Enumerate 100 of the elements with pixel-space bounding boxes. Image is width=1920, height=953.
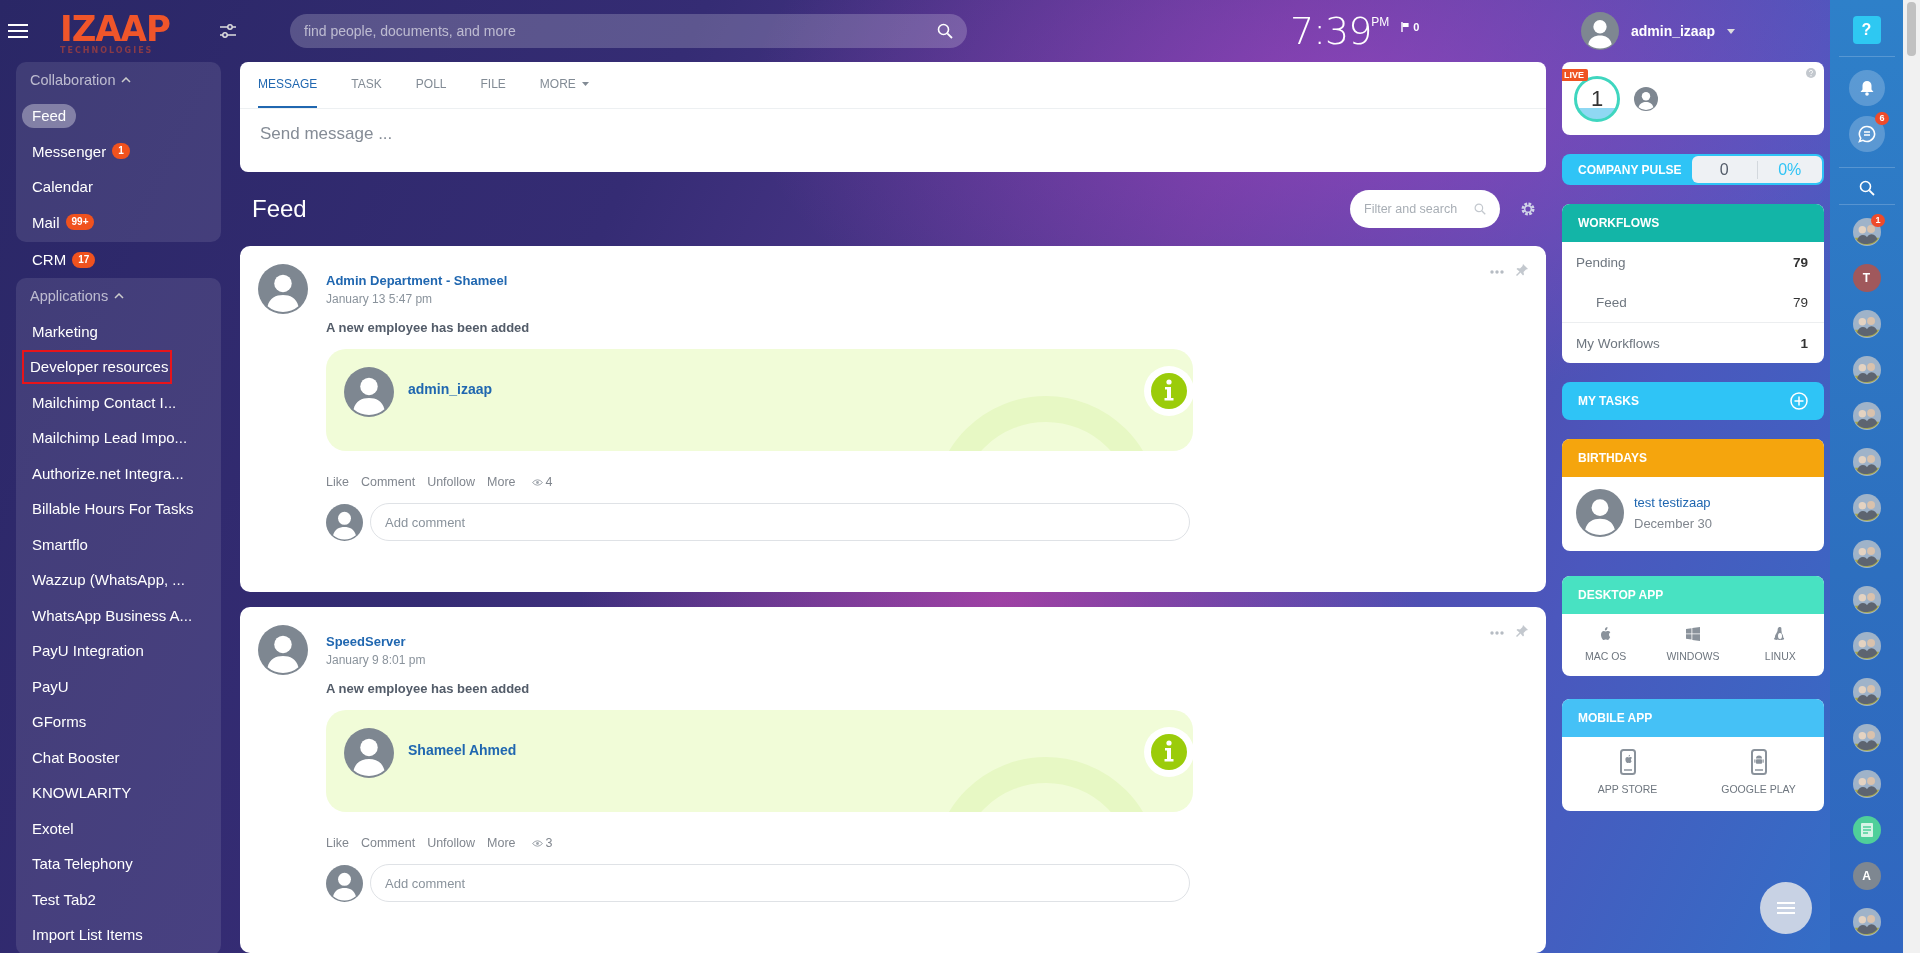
menu-item[interactable]: Billable Hours For Tasks [22, 496, 204, 521]
avatar-letter[interactable]: T [1852, 264, 1881, 292]
count-badge: 1 [112, 143, 130, 160]
menu-item[interactable]: Messenger 1 [22, 139, 140, 164]
menu-icon[interactable] [8, 23, 28, 39]
menu-item[interactable]: Tata Telephony [22, 851, 143, 876]
composer-tab[interactable]: MORE [539, 62, 589, 108]
workflow-label[interactable]: My Workflows [1576, 335, 1801, 351]
composer-tab[interactable]: FILE [480, 62, 506, 108]
list-icon [1777, 902, 1795, 914]
menu-item[interactable]: CRM 17 [22, 247, 106, 272]
avatar-icon[interactable] [1852, 908, 1881, 936]
menu-item[interactable]: Marketing [22, 319, 108, 344]
avatar-icon[interactable] [1852, 310, 1881, 338]
avatar-icon[interactable] [1852, 586, 1881, 614]
action-link[interactable]: More [487, 475, 516, 489]
highlighted-menu-item[interactable]: Developer resources [22, 349, 172, 384]
avatar-icon[interactable] [1852, 678, 1881, 706]
person-link[interactable]: test testizaap [1634, 495, 1713, 510]
avatar-icon [1634, 86, 1658, 111]
workflow-count: 79 [1792, 254, 1808, 270]
user-name[interactable]: admin_izaap [1630, 23, 1715, 39]
post-text: A new employee has been added [326, 320, 531, 335]
menu-item[interactable]: Chat Booster [22, 745, 130, 770]
caret-icon [581, 82, 589, 86]
menu-item[interactable]: PayU Integration [22, 638, 154, 663]
settings-icon[interactable] [1520, 201, 1536, 217]
avatar-icon [344, 367, 394, 417]
group-title[interactable]: Applications [30, 287, 109, 304]
composer-tab[interactable]: MESSAGE [258, 62, 318, 108]
menu-item[interactable]: GForms [22, 709, 97, 734]
employee-name[interactable]: Shameel Ahmed [408, 742, 517, 794]
widget-title: WORKFLOWS [1578, 216, 1661, 230]
avatar-icon[interactable] [1852, 494, 1881, 522]
document-icon[interactable] [1852, 816, 1881, 844]
chevron-up-icon[interactable] [121, 77, 132, 83]
menu-item[interactable]: KNOWLARITY [22, 780, 142, 805]
chevron-up-icon[interactable] [114, 292, 125, 299]
avatar-icon[interactable] [1852, 402, 1881, 430]
widget-title: MY TASKS [1578, 394, 1640, 408]
group-title[interactable]: Collaboration [30, 72, 116, 88]
avatar-icon[interactable] [1852, 770, 1881, 798]
sliders-icon[interactable] [220, 24, 236, 38]
caret-icon[interactable] [1727, 28, 1735, 34]
menu-item[interactable]: Wazzup (WhatsApp, ... [22, 567, 195, 592]
action-link[interactable]: Like [326, 836, 349, 850]
download-link[interactable]: GOOGLE PLAY [1693, 749, 1824, 795]
workflow-label[interactable]: Pending [1576, 254, 1793, 270]
action-link[interactable]: Comment [360, 475, 416, 489]
menu-item[interactable]: Test Tab2 [22, 887, 106, 912]
author-link[interactable]: Admin Department - Shameel [326, 273, 1472, 288]
employee-name[interactable]: admin_izaap [408, 381, 493, 433]
live-badge: LIVE [1562, 69, 1588, 81]
view-count: 4 [545, 475, 553, 489]
scrollbar[interactable] [1903, 0, 1920, 953]
composer-tab[interactable]: TASK [351, 62, 382, 108]
menu-item[interactable]: PayU [22, 674, 79, 699]
flag-icon[interactable] [1401, 22, 1410, 32]
author-link[interactable]: SpeedServer [326, 634, 1472, 649]
download-link[interactable]: WINDOWS [1649, 626, 1737, 662]
menu-item[interactable]: Mailchimp Lead Impo... [22, 425, 198, 450]
search-icon[interactable] [1858, 180, 1875, 196]
menu-item[interactable]: Mailchimp Contact I... [22, 390, 187, 415]
menu-item[interactable]: WhatsApp Business A... [22, 603, 203, 628]
comment-field[interactable]: Add comment [370, 503, 1190, 541]
action-link[interactable]: Like [326, 475, 349, 489]
action-link[interactable]: Comment [360, 836, 416, 850]
widget-title: MOBILE APP [1578, 711, 1654, 725]
menu-item[interactable]: Smartflo [22, 532, 98, 557]
avatar-icon[interactable] [1852, 540, 1881, 568]
menu-item[interactable]: Feed [22, 103, 77, 128]
search-icon[interactable] [937, 23, 953, 39]
chat-list-button[interactable] [1760, 882, 1812, 934]
phone-apple-icon [1617, 749, 1638, 775]
avatar-icon[interactable] [1852, 356, 1881, 384]
filter-field[interactable]: Filter and search [1350, 190, 1500, 228]
notifications-button[interactable] [1848, 70, 1885, 106]
composer-tab[interactable]: POLL [415, 62, 447, 108]
download-link[interactable]: MAC OS [1562, 626, 1650, 662]
workflow-label[interactable]: Feed [1596, 294, 1793, 310]
post-date: January 13 5:47 pm [326, 292, 434, 306]
avatar-letter[interactable]: A [1852, 862, 1881, 890]
action-link[interactable]: Unfollow [427, 836, 476, 850]
avatar-icon[interactable] [1852, 448, 1881, 476]
action-link[interactable]: Unfollow [427, 475, 476, 489]
avatar-icon [258, 264, 308, 314]
download-link[interactable]: APP STORE [1562, 749, 1693, 795]
avatar-icon[interactable] [1852, 724, 1881, 752]
avatar-icon [258, 625, 308, 675]
info-icon [1144, 366, 1193, 416]
download-link[interactable]: LINUX [1736, 626, 1824, 662]
menu-item[interactable]: Import List Items [22, 922, 153, 947]
comment-field[interactable]: Add comment [370, 864, 1190, 902]
menu-item[interactable]: Authorize.net Integra... [22, 461, 194, 486]
action-link[interactable]: More [487, 836, 516, 850]
menu-item[interactable]: Exotel [22, 816, 84, 841]
avatar-icon[interactable] [1852, 632, 1881, 660]
menu-item[interactable]: Calendar [22, 174, 103, 199]
avatar-icon[interactable] [1852, 218, 1881, 246]
menu-item[interactable]: Mail 99+ [22, 210, 105, 235]
